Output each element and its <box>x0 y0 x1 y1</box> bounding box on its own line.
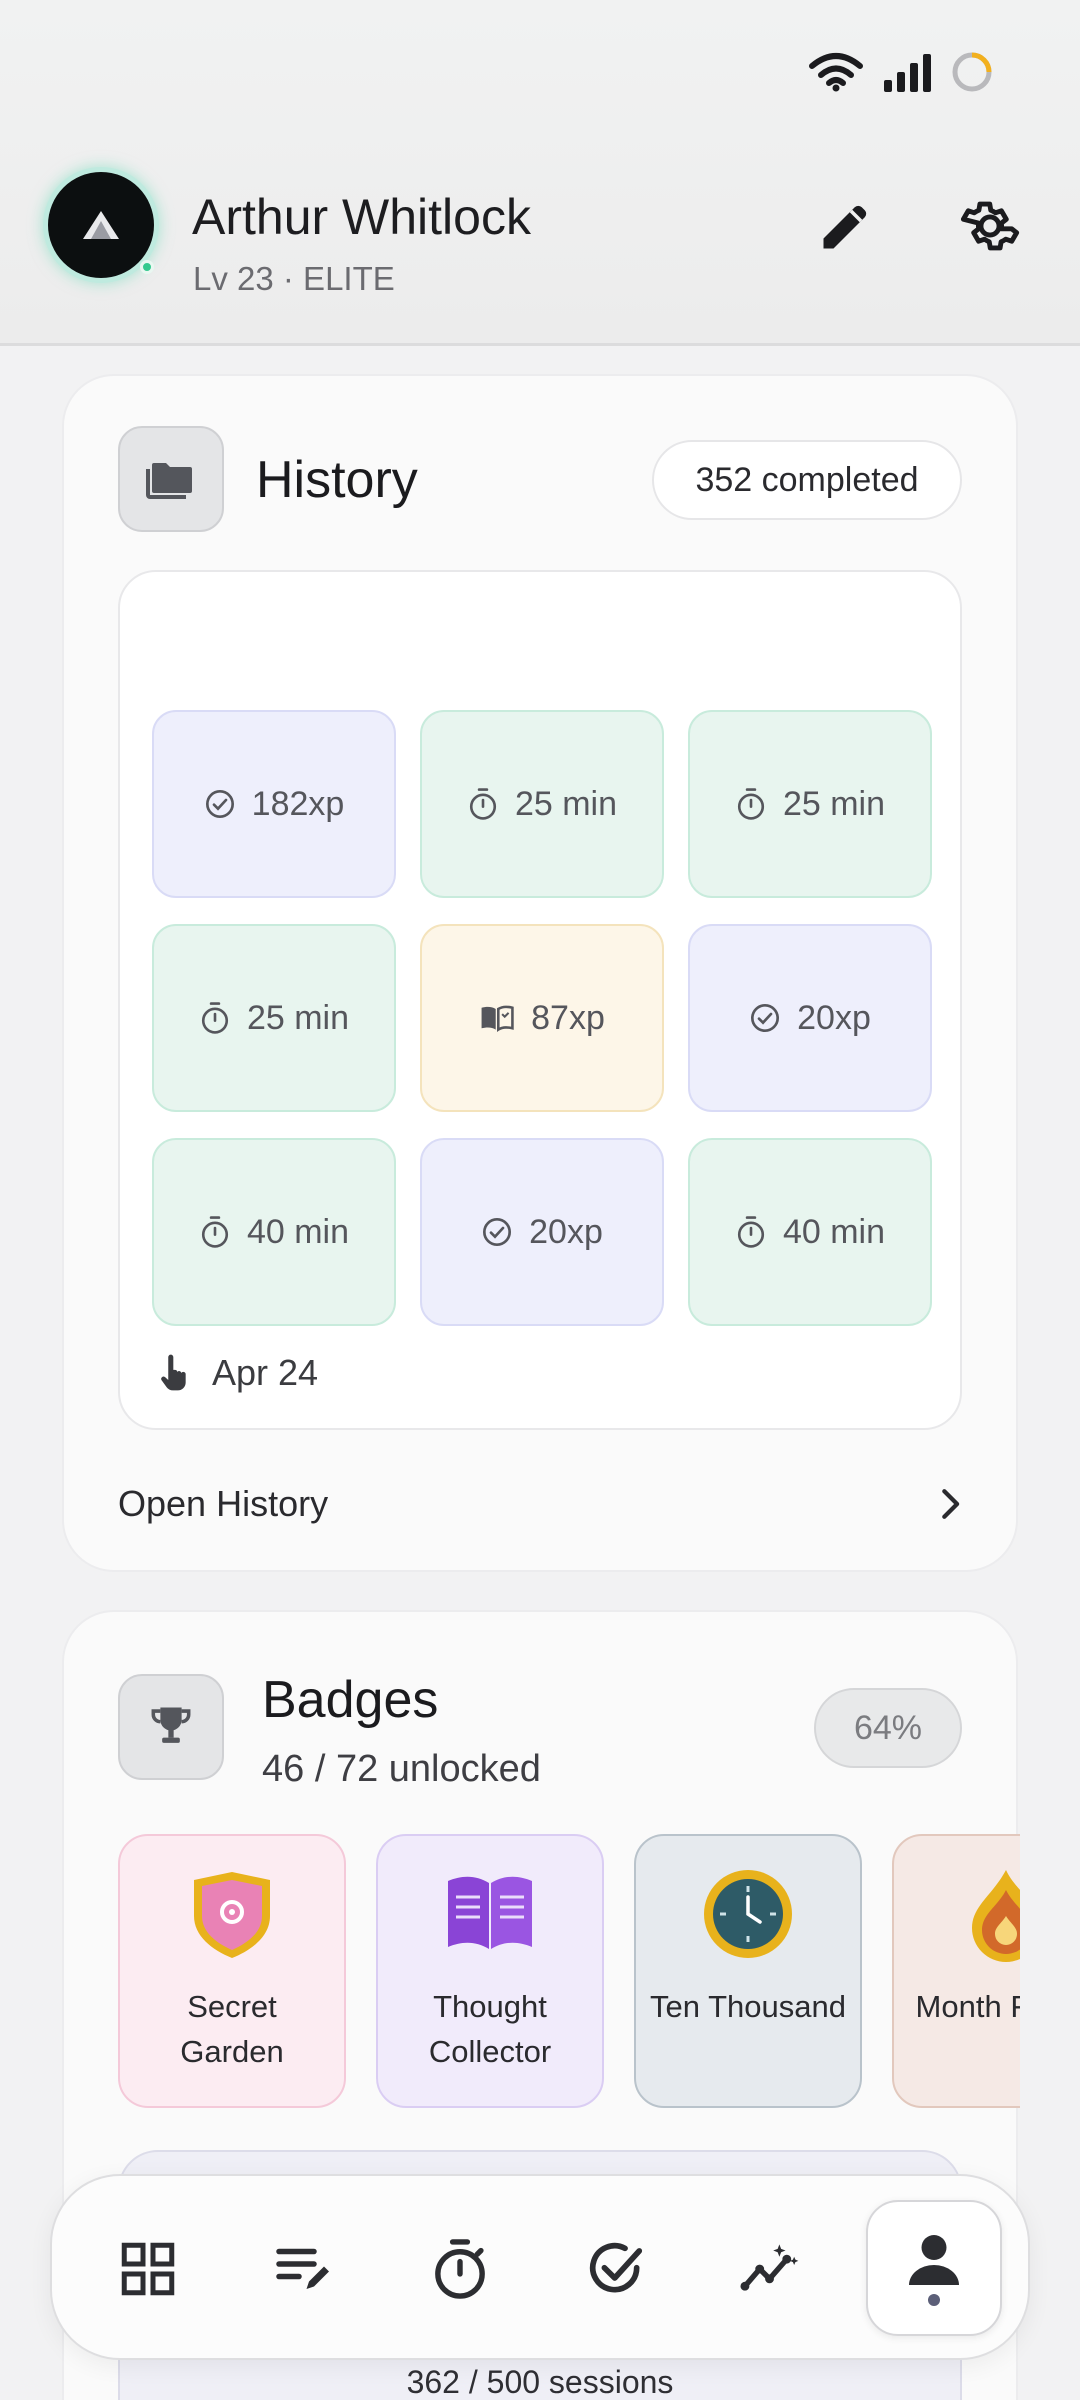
pencil-icon <box>823 205 867 249</box>
history-grid: 182xp 25 min 25 min 25 min 87xp 20xp 40 … <box>118 570 962 1430</box>
clock-icon <box>704 1870 792 1958</box>
badges-carousel[interactable]: Secret Garden Thought Collector Ten Thou… <box>118 1834 1020 2114</box>
history-tile-label: 20xp <box>797 998 871 1037</box>
status-bar <box>808 50 994 94</box>
history-tile[interactable]: 40 min <box>152 1138 396 1326</box>
nav-profile[interactable] <box>866 2200 1002 2336</box>
badge-card[interactable]: Ten Thousand <box>634 1834 862 2108</box>
history-tile-label: 25 min <box>782 784 886 823</box>
nav-tasks[interactable] <box>566 2219 666 2319</box>
book-icon <box>481 1005 514 1032</box>
online-indicator <box>140 260 154 274</box>
badges-title: Badges <box>262 1671 439 1729</box>
history-card: History 352 completed 182xp 25 min 25 mi… <box>62 374 1018 1572</box>
history-date: Apr 24 <box>212 1352 319 1393</box>
history-tile-label: 25 min <box>514 784 618 823</box>
avatar[interactable] <box>48 172 154 278</box>
gear-icon <box>960 201 1020 251</box>
history-tile-label: 40 min <box>782 1212 886 1251</box>
flame-icon <box>972 1870 1020 1962</box>
timer-icon <box>201 1002 229 1034</box>
signal-icon <box>884 54 931 92</box>
chevron-right-icon <box>942 1489 960 1519</box>
nav-timer[interactable] <box>410 2219 510 2319</box>
badge-name: Month Flame <box>915 1989 1020 2024</box>
triangle-logo-icon <box>83 211 119 239</box>
trophy-icon <box>151 1707 191 1743</box>
insights-icon <box>740 2244 799 2291</box>
profile-icon <box>909 2235 959 2285</box>
hand-pointer-icon <box>161 1354 186 1391</box>
badge-name: Thought Collector <box>428 1989 552 2069</box>
loading-ring-icon <box>952 52 992 92</box>
timer-icon <box>201 1216 229 1248</box>
check-icon <box>589 2242 643 2293</box>
history-tile-label: 87xp <box>531 998 605 1037</box>
open-book-icon <box>448 1876 532 1949</box>
completed-count-badge: 352 completed <box>652 440 962 520</box>
history-tile-label: 40 min <box>246 1212 350 1251</box>
check-circle-icon <box>205 790 234 818</box>
user-name: Arthur Whitlock <box>192 189 531 245</box>
history-card-icon <box>118 426 224 532</box>
history-tile[interactable]: 25 min <box>152 924 396 1112</box>
journal-edit-icon <box>276 2248 329 2289</box>
active-indicator <box>928 2294 940 2306</box>
open-history-label: Open History <box>118 1483 329 1524</box>
user-level: Lv 23 · ELITE <box>193 260 395 297</box>
wifi-icon <box>809 53 863 92</box>
badge-card[interactable]: Thought Collector <box>376 1834 604 2108</box>
shield-icon <box>194 1872 270 1958</box>
folder-icon <box>146 463 192 499</box>
timer-icon <box>737 1216 765 1248</box>
check-circle-icon <box>751 1004 780 1032</box>
badges-percent-badge: 64% <box>814 1688 962 1768</box>
history-tile[interactable]: 25 min <box>420 710 664 898</box>
badge-name: Secret Garden <box>180 1989 284 2069</box>
settings-button[interactable] <box>954 190 1026 262</box>
check-circle-icon <box>483 1218 512 1246</box>
edit-profile-button[interactable] <box>810 190 882 262</box>
dashboard-icon <box>121 2242 175 2296</box>
badge-name: Ten Thousand <box>650 1989 846 2024</box>
badges-card-icon <box>118 1674 224 1780</box>
bottom-navigation <box>50 2174 1030 2360</box>
history-tile-label: 25 min <box>246 998 350 1037</box>
history-tile-label: 182xp <box>251 784 345 823</box>
nav-journal[interactable] <box>254 2219 354 2319</box>
history-tile[interactable]: 20xp <box>420 1138 664 1326</box>
history-tile-label: 20xp <box>529 1212 603 1251</box>
history-tile[interactable]: 20xp <box>688 924 932 1112</box>
timer-icon <box>737 788 765 820</box>
history-tile[interactable]: 25 min <box>688 710 932 898</box>
profile-header: Arthur Whitlock Lv 23 · ELITE <box>0 0 1080 346</box>
nav-insights[interactable] <box>722 2219 822 2319</box>
history-tile[interactable]: 87xp <box>420 924 664 1112</box>
history-title: History <box>256 451 418 509</box>
sessions-progress-label: 362 / 500 sessions <box>406 2364 674 2400</box>
history-tile[interactable]: 40 min <box>688 1138 932 1326</box>
nav-dashboard[interactable] <box>98 2219 198 2319</box>
open-history-link[interactable]: Open History <box>118 1474 962 1534</box>
timer-icon <box>469 788 497 820</box>
history-date-row: Apr 24 <box>156 1352 318 1394</box>
badges-unlocked-count: 46 / 72 unlocked <box>262 1748 541 1790</box>
timer-icon <box>435 2239 485 2299</box>
history-tile[interactable]: 182xp <box>152 710 396 898</box>
badge-card[interactable]: Month Flame <box>892 1834 1020 2108</box>
badge-card[interactable]: Secret Garden <box>118 1834 346 2108</box>
